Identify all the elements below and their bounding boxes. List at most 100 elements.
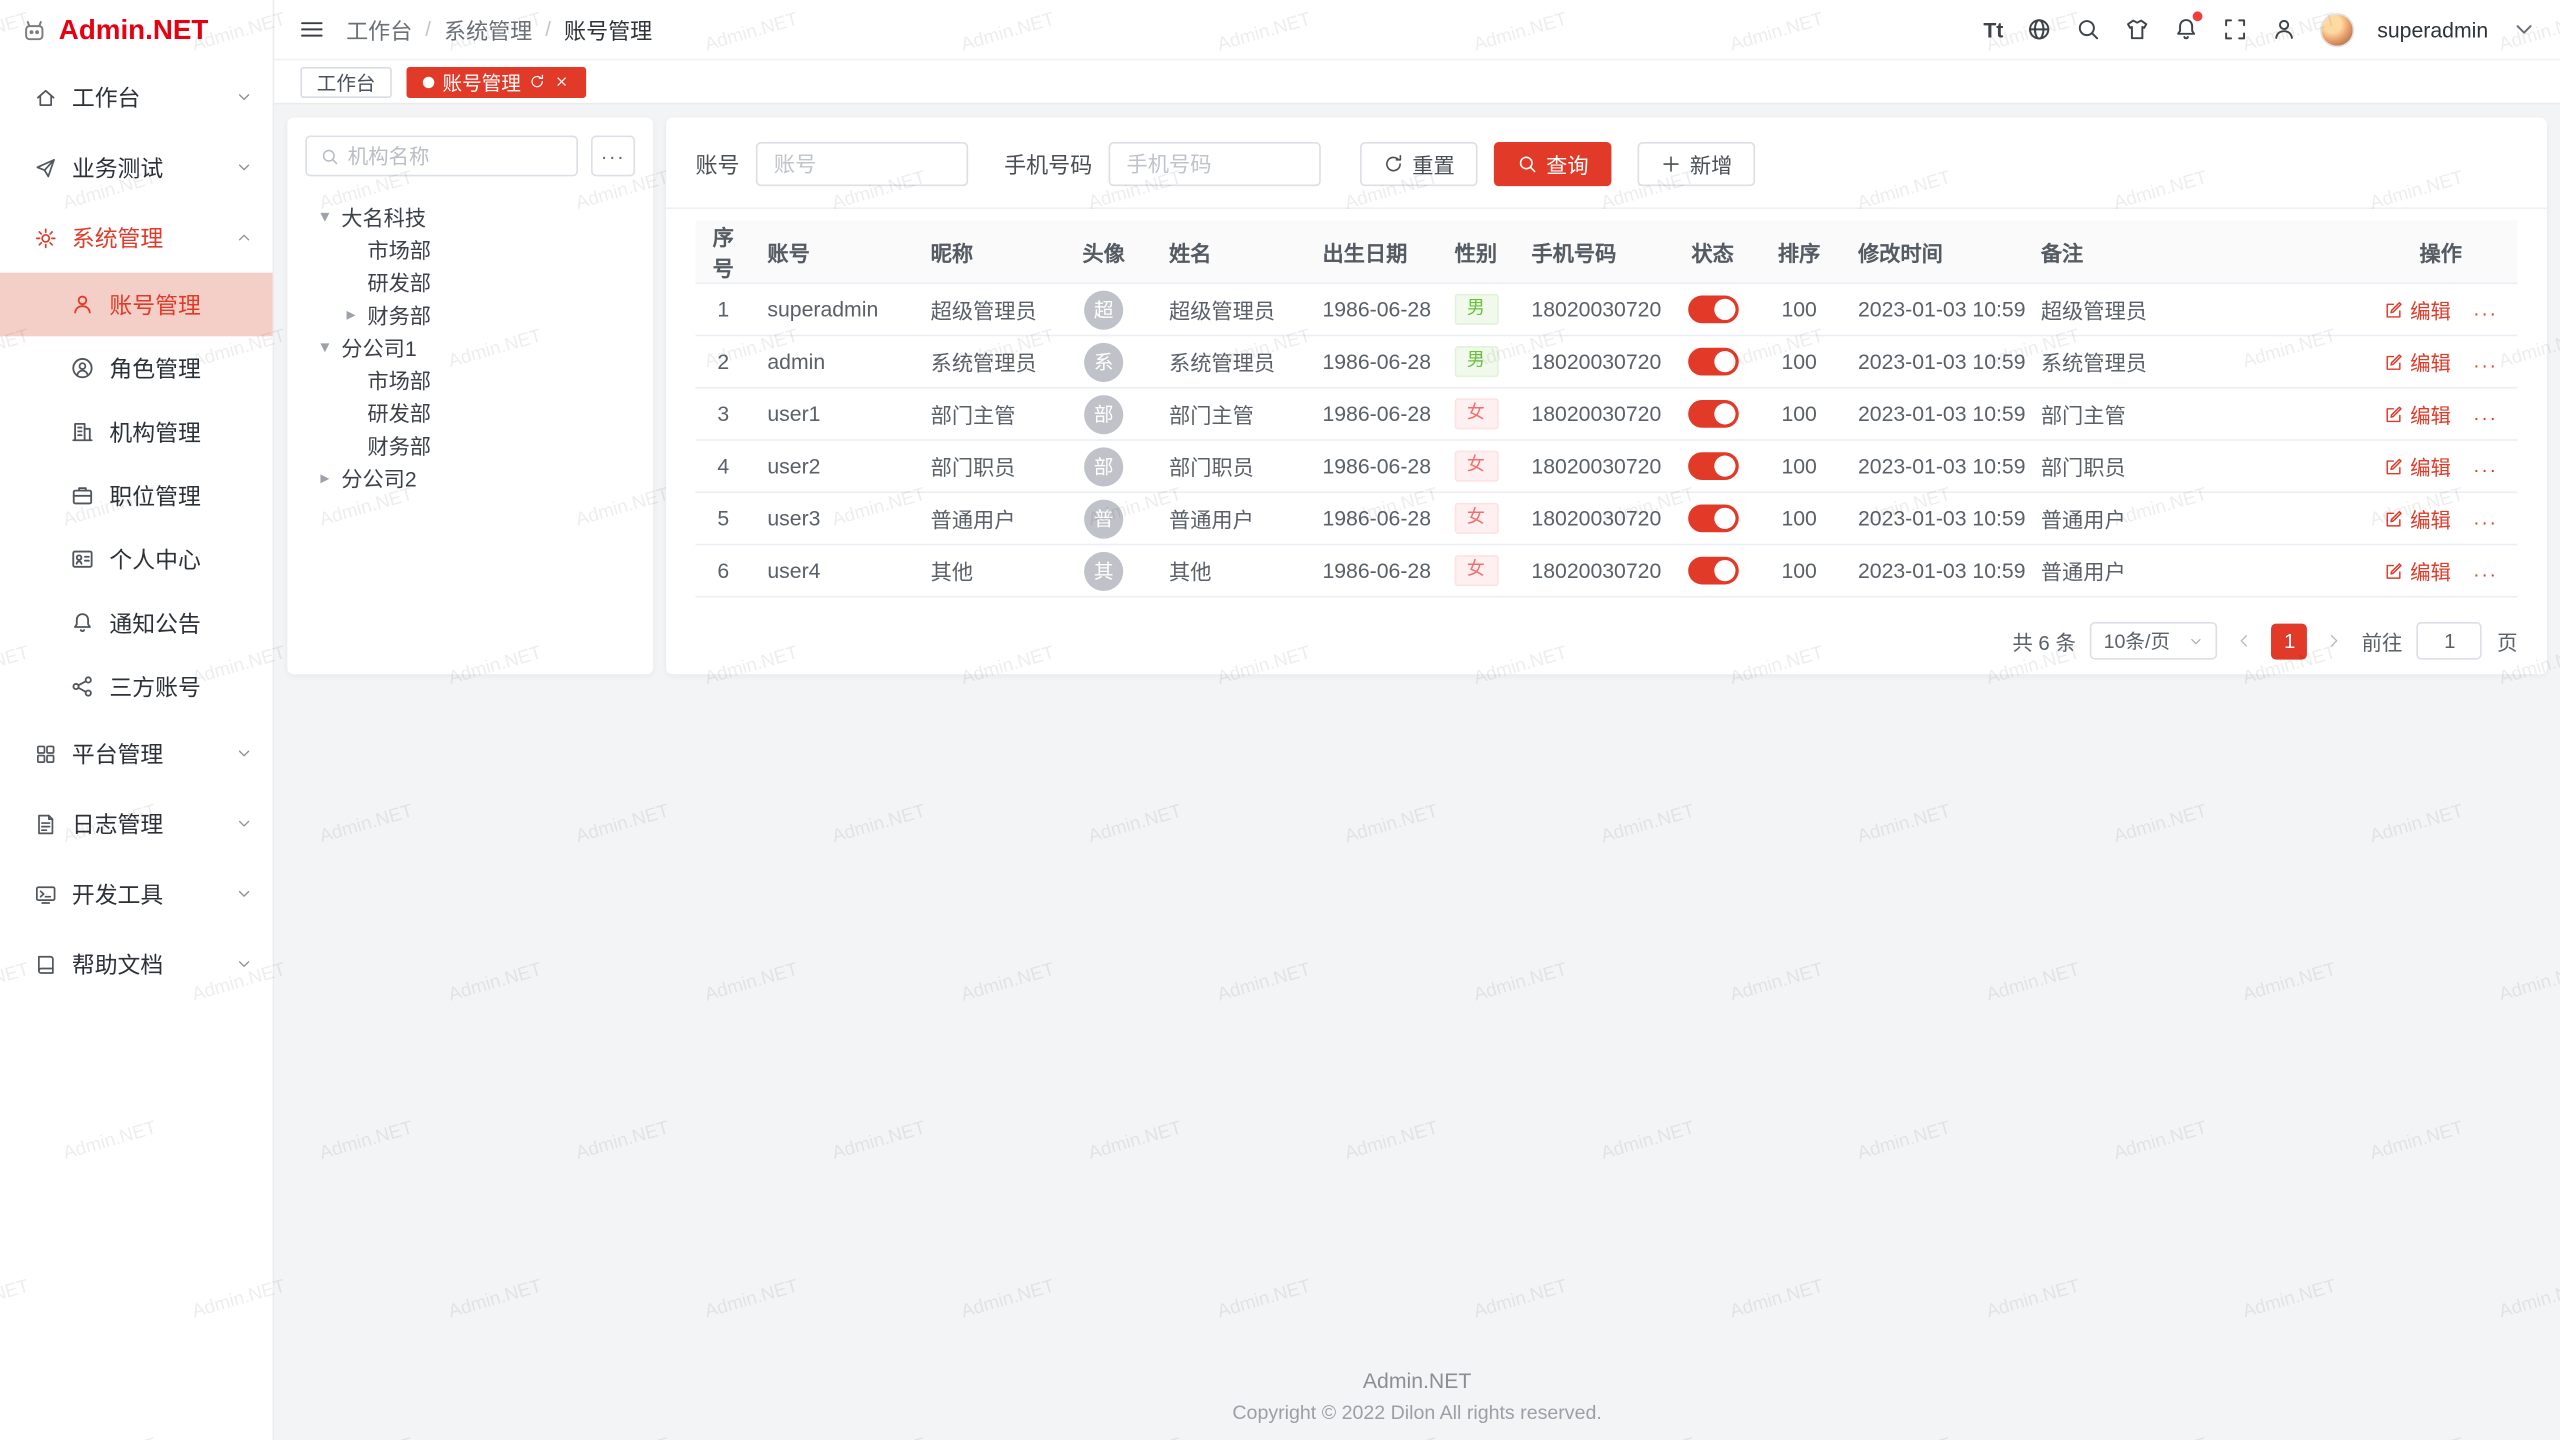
- page-size-select[interactable]: 10条/页: [2091, 622, 2218, 660]
- tree-node[interactable]: ▾ 大名科技: [305, 199, 635, 232]
- edit-button[interactable]: 编辑: [2384, 451, 2451, 482]
- close-tab-icon[interactable]: [554, 73, 570, 89]
- tree-node[interactable]: 财务部: [305, 428, 635, 461]
- table-body: 1 superadmin 超级管理员 超 超级管理员 1986-06-28 男 …: [696, 283, 2518, 596]
- status-toggle[interactable]: [1687, 348, 1738, 376]
- sidebar-item-org-management[interactable]: 机构管理: [0, 400, 273, 464]
- goto-page-input[interactable]: [2417, 622, 2482, 660]
- more-actions-button[interactable]: ···: [2473, 406, 2497, 429]
- toggle-knob: [1713, 351, 1734, 372]
- status-toggle[interactable]: [1687, 296, 1738, 324]
- tree-caret-icon[interactable]: ▾: [315, 205, 335, 226]
- logo[interactable]: Admin.NET: [0, 0, 273, 62]
- page-number[interactable]: 1: [2272, 623, 2308, 659]
- edit-button[interactable]: 编辑: [2384, 555, 2451, 586]
- breadcrumb-item[interactable]: 系统管理: [444, 13, 532, 46]
- search-button[interactable]: 查询: [1494, 141, 1612, 185]
- avatar: 其: [1084, 551, 1123, 590]
- table-row[interactable]: 1 superadmin 超级管理员 超 超级管理员 1986-06-28 男 …: [696, 283, 2518, 335]
- tab-workbench[interactable]: 工作台: [300, 66, 391, 97]
- theme-icon[interactable]: [2124, 16, 2150, 42]
- edit-button[interactable]: 编辑: [2384, 294, 2451, 325]
- column-header: 排序: [1757, 220, 1842, 283]
- search-icon[interactable]: [2075, 16, 2101, 42]
- font-size-icon[interactable]: Tt: [1983, 17, 2003, 41]
- sidebar-item-system-management[interactable]: 系统管理: [0, 202, 273, 272]
- phone-input[interactable]: [1109, 141, 1321, 185]
- more-actions-button[interactable]: ···: [2473, 510, 2497, 533]
- column-header: 出生日期: [1306, 220, 1437, 283]
- org-search-input[interactable]: [348, 144, 564, 167]
- username[interactable]: superadmin: [2377, 17, 2488, 41]
- tree-node[interactable]: ▸ 分公司2: [305, 460, 635, 493]
- table-row[interactable]: 6 user4 其他 其 其他 1986-06-28 女 18020030720…: [696, 544, 2518, 596]
- cell-index: 4: [696, 440, 752, 492]
- pagination: 共 6 条 10条/页 1 前往 页: [2012, 622, 2517, 660]
- table-row[interactable]: 5 user3 普通用户 普 普通用户 1986-06-28 女 1802003…: [696, 492, 2518, 544]
- status-toggle[interactable]: [1687, 400, 1738, 428]
- status-toggle[interactable]: [1687, 452, 1738, 480]
- next-page-button[interactable]: [2322, 622, 2346, 660]
- tree-more-button[interactable]: ···: [591, 136, 635, 177]
- reset-button[interactable]: 重置: [1360, 141, 1478, 185]
- sidebar-item-third-party-account[interactable]: 三方账号: [0, 655, 273, 719]
- sidebar-item-help-docs[interactable]: 帮助文档: [0, 929, 273, 999]
- sidebar-item-personal-center[interactable]: 个人中心: [0, 527, 273, 591]
- table-row[interactable]: 4 user2 部门职员 部 部门职员 1986-06-28 女 1802003…: [696, 440, 2518, 492]
- tree-caret-icon[interactable]: ▾: [315, 336, 335, 357]
- user-settings-icon[interactable]: [2271, 16, 2297, 42]
- user-avatar[interactable]: [2320, 12, 2354, 46]
- fullscreen-icon[interactable]: [2222, 16, 2248, 42]
- refresh-tab-icon[interactable]: [529, 73, 545, 89]
- cell-nickname: 部门职员: [914, 440, 1054, 492]
- document-icon: [34, 812, 57, 835]
- cell-gender: 女: [1437, 492, 1515, 544]
- add-button[interactable]: 新增: [1638, 141, 1756, 185]
- language-icon[interactable]: [2026, 16, 2052, 42]
- id-card-icon: [70, 547, 94, 571]
- more-actions-button[interactable]: ···: [2473, 353, 2497, 376]
- table-row[interactable]: 3 user1 部门主管 部 部门主管 1986-06-28 女 1802003…: [696, 388, 2518, 440]
- sidebar-item-business-test[interactable]: 业务测试: [0, 132, 273, 202]
- breadcrumb-item[interactable]: 工作台: [346, 13, 412, 46]
- sidebar-item-log-management[interactable]: 日志管理: [0, 789, 273, 859]
- chevron-down-icon: [235, 955, 253, 973]
- cell-modified: 2023-01-03 10:59:44: [1842, 440, 2025, 492]
- tree-node[interactable]: 研发部: [305, 395, 635, 428]
- sidebar-item-role-management[interactable]: 角色管理: [0, 336, 273, 400]
- sidebar-item-platform-management[interactable]: 平台管理: [0, 718, 273, 788]
- breadcrumb: 工作台/系统管理/账号管理: [346, 13, 652, 46]
- status-toggle[interactable]: [1687, 557, 1738, 585]
- sidebar-item-notice[interactable]: 通知公告: [0, 591, 273, 655]
- sidebar-item-dev-tools[interactable]: 开发工具: [0, 859, 273, 929]
- tree-caret-icon[interactable]: ▸: [341, 303, 361, 324]
- tree-node-label: 分公司2: [341, 461, 416, 492]
- edit-button[interactable]: 编辑: [2384, 398, 2451, 429]
- sidebar-item-account-management[interactable]: 账号管理: [0, 273, 273, 337]
- account-input[interactable]: [756, 141, 968, 185]
- tree-node[interactable]: ▸ 财务部: [305, 297, 635, 330]
- tree-node[interactable]: 市场部: [305, 362, 635, 395]
- tab-account-management[interactable]: 账号管理: [407, 66, 587, 97]
- tree-caret-icon[interactable]: ▸: [315, 466, 335, 487]
- cell-actions: 编辑 ···: [2364, 492, 2517, 544]
- more-actions-button[interactable]: ···: [2473, 301, 2497, 324]
- edit-button[interactable]: 编辑: [2384, 503, 2451, 534]
- tree-node[interactable]: 市场部: [305, 232, 635, 265]
- tree-node[interactable]: 研发部: [305, 264, 635, 297]
- more-actions-button[interactable]: ···: [2473, 562, 2497, 585]
- briefcase-icon: [70, 483, 94, 507]
- sidebar-item-workbench[interactable]: 工作台: [0, 62, 273, 132]
- notification-button[interactable]: [2173, 16, 2199, 42]
- prev-page-button[interactable]: [2233, 622, 2257, 660]
- table-row[interactable]: 2 admin 系统管理员 系 系统管理员 1986-06-28 男 18020…: [696, 336, 2518, 388]
- status-toggle[interactable]: [1687, 505, 1738, 533]
- menu-collapse-icon[interactable]: [299, 16, 325, 42]
- tree-node[interactable]: ▾ 分公司1: [305, 330, 635, 363]
- edit-button[interactable]: 编辑: [2384, 346, 2451, 377]
- more-actions-button[interactable]: ···: [2473, 458, 2497, 481]
- tree-node-label: 财务部: [367, 429, 431, 460]
- cell-modified: 2023-01-03 10:59:44: [1842, 283, 2025, 335]
- chevron-down-icon[interactable]: [2511, 16, 2537, 42]
- sidebar-item-position-management[interactable]: 职位管理: [0, 464, 273, 528]
